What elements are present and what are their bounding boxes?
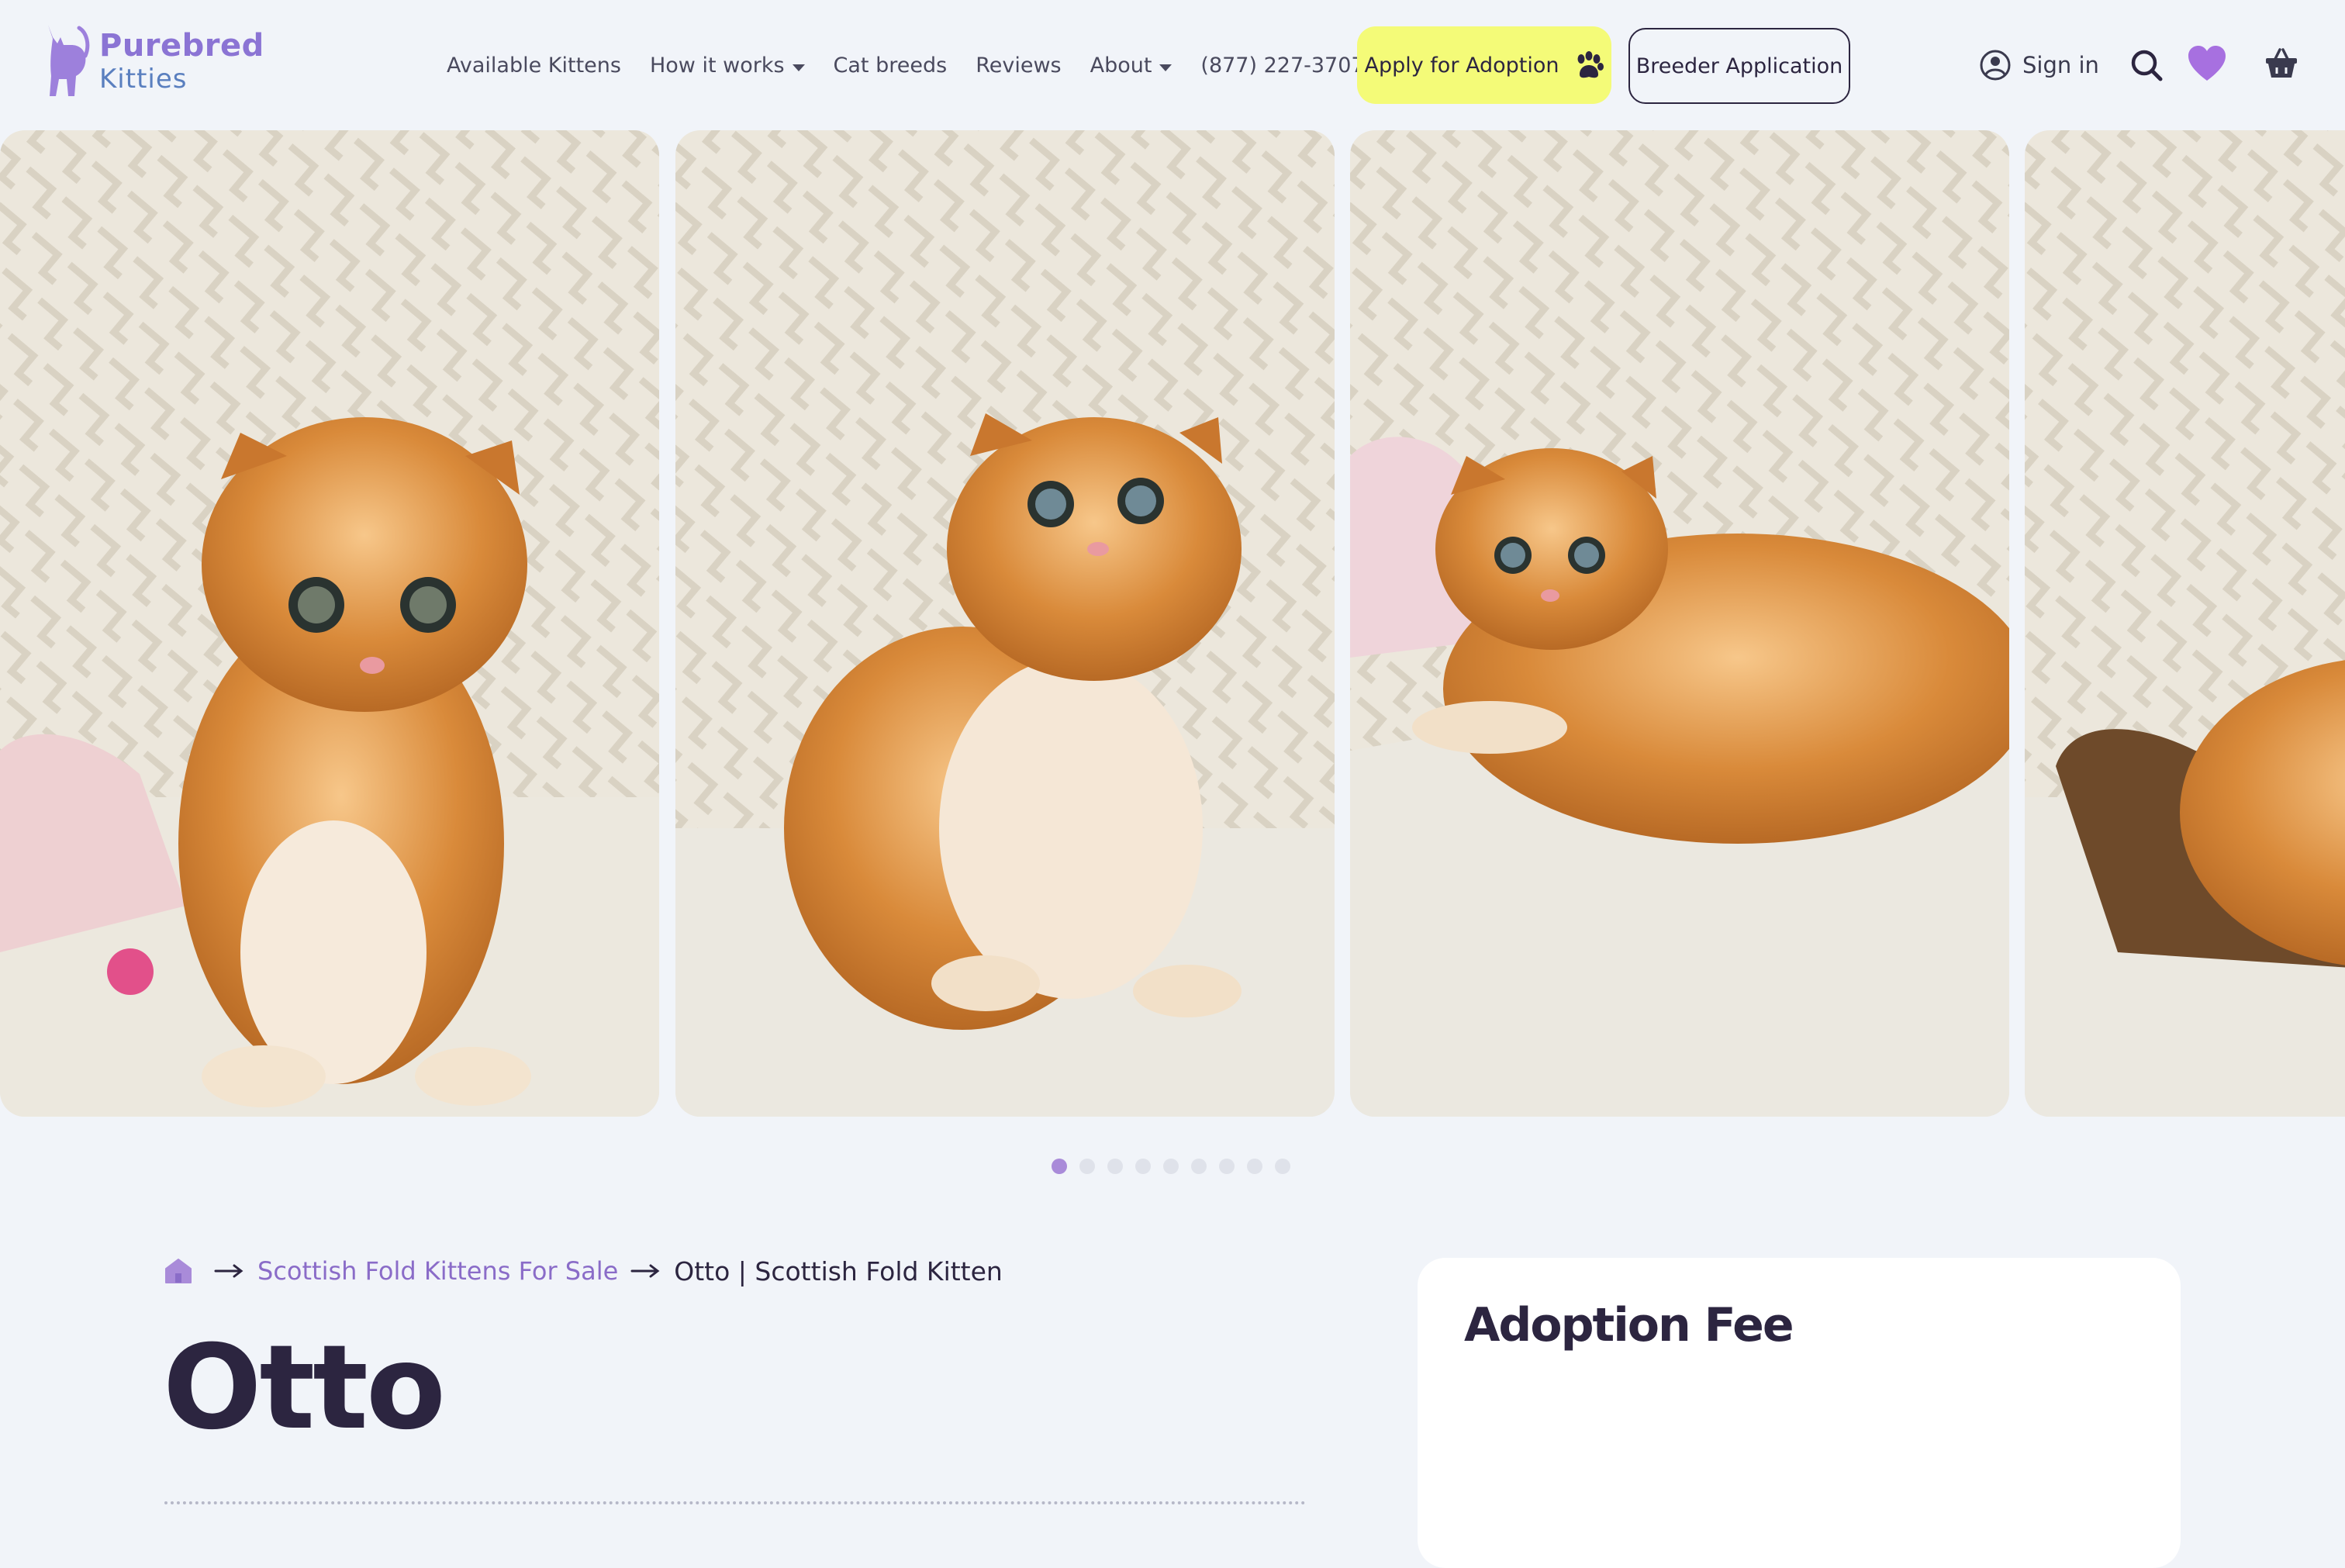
cat-logo-icon [48,25,90,96]
arrow-right-icon [630,1263,661,1279]
nav-cat-breeds[interactable]: Cat breeds [834,54,948,78]
nav-label: Reviews [976,53,1062,78]
breadcrumb-current: Otto | Scottish Fold Kitten [674,1255,1003,1287]
brand-name-line2: Kitties [99,64,188,95]
carousel-dot[interactable] [1079,1159,1095,1174]
main-nav: Available Kittens How it works Cat breed… [447,45,1394,85]
adoption-fee-card: Adoption Fee [1418,1258,2181,1568]
search-icon [2131,50,2163,81]
search-button[interactable] [2129,48,2164,85]
dotted-divider [164,1501,1306,1504]
nav-label: Cat breeds [833,53,948,78]
kitten-name-title: Otto [163,1321,446,1456]
kitten-photo[interactable] [1350,130,2009,1117]
kitten-photo-carousel[interactable] [0,130,2345,1117]
user-circle-icon [1980,50,2011,81]
nav-phone-link[interactable]: (877) 227-3707 [1200,54,1364,78]
breeder-application-button[interactable]: Breeder Application [1628,28,1850,104]
carousel-pagination [1052,1159,1303,1174]
brand-logo[interactable]: Purebred Kitties [43,20,264,102]
carousel-dot[interactable] [1191,1159,1207,1174]
carousel-dot[interactable] [1219,1159,1235,1174]
carousel-dot[interactable] [1135,1159,1151,1174]
breeder-button-label: Breeder Application [1635,54,1843,78]
basket-icon [2266,48,2297,78]
carousel-dot[interactable] [1107,1159,1123,1174]
cart-button[interactable] [2264,47,2298,84]
nav-how-it-works[interactable]: How it works [650,54,805,78]
nav-label: How it works [649,53,785,78]
kitten-photo[interactable] [0,130,659,1117]
apply-button-label: Apply for Adoption [1364,53,1559,78]
carousel-dot[interactable] [1163,1159,1179,1174]
nav-about[interactable]: About [1090,54,1172,78]
caret-down-icon [1159,64,1172,71]
sign-in-label: Sign in [2022,52,2099,78]
arrow-right-icon [214,1263,245,1279]
nav-available-kittens[interactable]: Available Kittens [447,54,621,78]
apply-for-adoption-button[interactable]: Apply for Adoption [1357,26,1611,104]
breadcrumb-parent-link[interactable]: Scottish Fold Kittens For Sale [257,1256,618,1286]
paw-icon [1577,51,1604,78]
home-icon[interactable] [164,1258,192,1284]
kitten-photo[interactable] [2025,130,2345,1117]
nav-label: About [1090,53,1152,78]
caret-down-icon [792,64,805,71]
adoption-fee-title: Adoption Fee [1464,1298,1794,1352]
kitten-photo[interactable] [675,130,1335,1117]
nav-label: Available Kittens [447,53,621,78]
nav-label: (877) 227-3707 [1200,53,1365,78]
breadcrumb: Scottish Fold Kittens For Sale Otto | Sc… [164,1252,1003,1290]
heart-icon [2188,46,2226,81]
site-header: Purebred Kitties Available Kittens How i… [0,0,2345,130]
sign-in-link[interactable]: Sign in [1979,48,2099,82]
carousel-dot[interactable] [1247,1159,1262,1174]
nav-reviews[interactable]: Reviews [976,54,1061,78]
carousel-dot[interactable] [1275,1159,1290,1174]
favorites-button[interactable] [2187,45,2227,85]
brand-name-line1: Purebred [99,28,264,64]
carousel-dot[interactable] [1052,1159,1067,1174]
